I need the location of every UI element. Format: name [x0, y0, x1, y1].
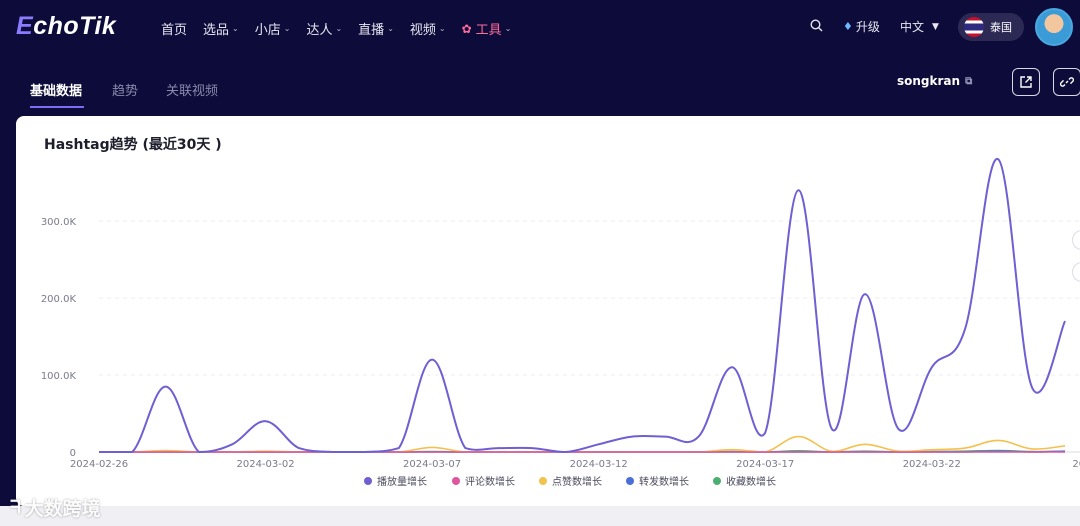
x-tick-label: 2024-02-26	[70, 459, 128, 470]
legend-marker	[364, 477, 372, 485]
legend-marker	[713, 477, 721, 485]
legend-marker	[539, 477, 547, 485]
y-tick-label: 100.0K	[41, 371, 77, 382]
legend-marker	[452, 477, 460, 485]
legend-label: 播放量增长	[377, 475, 427, 488]
legend-label: 点赞数增长	[552, 475, 602, 488]
watermark-text: 大数跨境	[24, 498, 101, 520]
y-tick-label: 0	[70, 448, 76, 459]
watermark: ᖷ 大数跨境	[10, 494, 101, 521]
trend-line-chart: 0 100.0K 200.0K 300.0K 2024-02-26 2024-03-02 2…	[41, 158, 1080, 488]
page-bottom	[0, 506, 1080, 526]
y-tick-label: 300.0K	[41, 217, 77, 228]
watermark-logo-icon: ᖷ	[10, 497, 21, 518]
legend-marker	[626, 477, 634, 485]
series-line	[99, 158, 1066, 454]
x-tick-label: 2024-03-07	[403, 459, 461, 470]
x-tick-label: 2024-03-17	[736, 459, 794, 470]
legend-label: 转发数增长	[639, 475, 689, 488]
legend-label: 收藏数增长	[726, 475, 776, 488]
x-tick-label: 2024-03-2	[1072, 459, 1080, 470]
legend-label: 评论数增长	[465, 475, 515, 488]
y-tick-label: 200.0K	[41, 294, 77, 305]
x-tick-label: 2024-03-02	[236, 459, 294, 470]
x-tick-label: 2024-03-22	[903, 459, 961, 470]
x-tick-label: 2024-03-12	[570, 459, 628, 470]
